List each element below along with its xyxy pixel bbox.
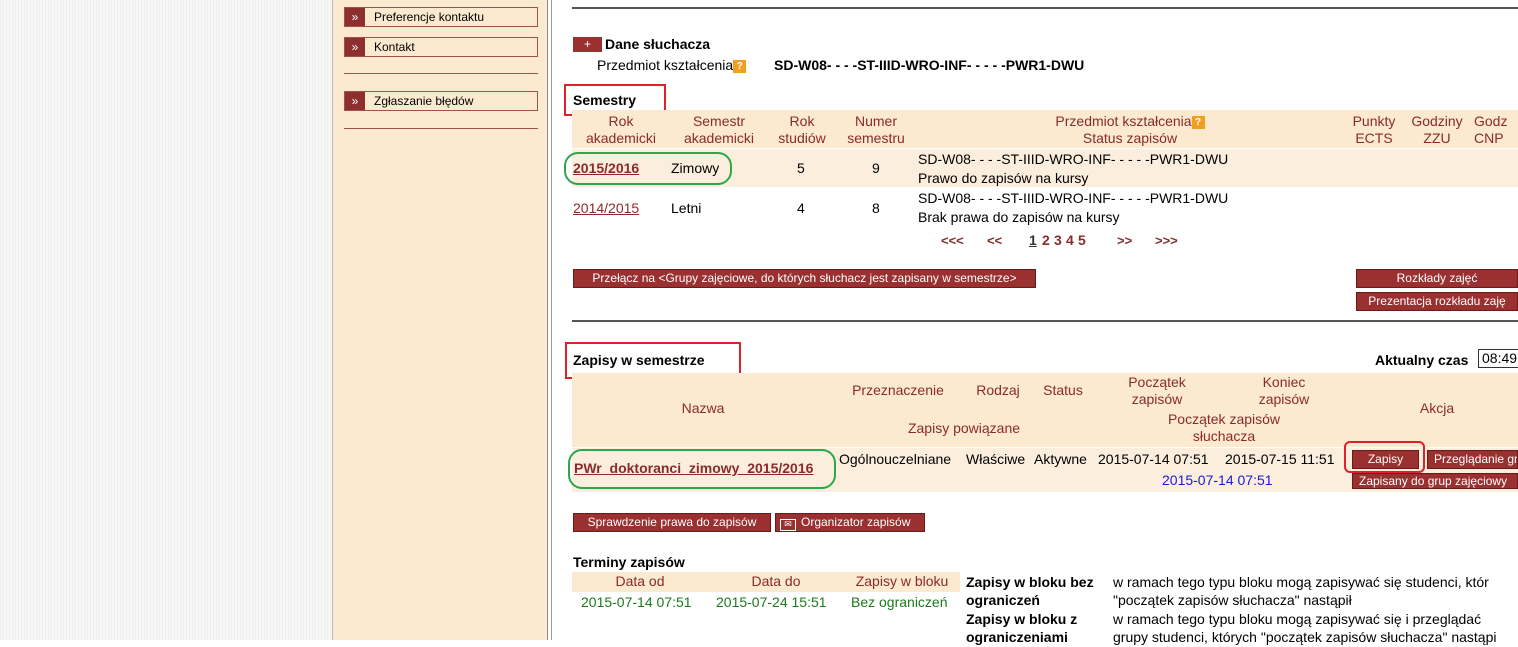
header-zapisy-powiazane: Zapisy powiązane	[907, 420, 1021, 436]
semestry-title: Semestry	[573, 92, 637, 108]
double-chevron-right-icon: »	[345, 92, 365, 110]
menu-item-label: Kontakt	[374, 40, 415, 54]
header-godziny-zzu: Godziny ZZU	[1411, 113, 1463, 146]
przedmiot-value: SD-W08- - - -ST-IIID-WRO-INF- - - - -PWR…	[918, 151, 1229, 167]
przedmiot-value: SD-W08- - - -ST-IIID-WRO-INF- - - - -PWR…	[918, 190, 1229, 206]
przeznaczenie-value: Ogólnouczelniane	[839, 451, 952, 467]
zapisy-name-link[interactable]: PWr_doktoranci_zimowy_2015/2016	[574, 459, 813, 478]
schedule-button[interactable]: Rozkłady zajęć	[1356, 269, 1518, 288]
presentation-button[interactable]: Prezentacja rozkładu zaję	[1356, 292, 1518, 311]
zapisany-button[interactable]: Zapisany do grup zajęciowy	[1352, 473, 1518, 489]
header-nazwa: Nazwa	[681, 400, 725, 416]
zapisy-w-bloku-value: Bez ograniczeń	[851, 594, 948, 610]
pagination-last[interactable]: >>>	[1155, 233, 1178, 248]
header-punkty-ects: Punkty ECTS	[1352, 113, 1396, 146]
koniec-value: 2015-07-15 11:51	[1225, 451, 1335, 467]
pagination-first[interactable]: <<<	[941, 233, 964, 248]
header-koniec: Koniec zapisów	[1258, 374, 1310, 407]
header-data-do: Data do	[751, 573, 801, 589]
header-poczatek-sluchacza: Początek zapisów słuchacza	[1167, 411, 1281, 444]
header-numer-semestru: Numer semestru	[847, 113, 905, 146]
przedmiot-label-text: Przedmiot kształcenia	[597, 57, 734, 73]
header-data-od: Data od	[615, 573, 665, 589]
header-rok-studiow: Rok studiów	[778, 113, 826, 146]
section-divider	[572, 320, 1518, 322]
menu-item-kontakt[interactable]: » Kontakt	[344, 37, 538, 57]
terminy-title: Terminy zapisów	[573, 554, 685, 570]
header-status-zapisow: Status zapisów	[1082, 130, 1178, 146]
rodzaj-value: Właściwe	[966, 451, 1026, 467]
switch-view-button[interactable]: Przełącz na <Grupy zajęciowe, do których…	[573, 269, 1036, 288]
pagination-page-2[interactable]: 2	[1042, 232, 1050, 248]
numer-semestru-value: 9	[872, 160, 880, 176]
sprawdzenie-button[interactable]: Sprawdzenie prawa do zapisów	[573, 513, 771, 532]
left-blank-pane	[0, 0, 333, 640]
envelope-icon: ✉	[780, 519, 796, 531]
przedmiot-label: Przedmiot kształcenia?	[597, 57, 747, 73]
poczatek-value: 2015-07-14 07:51	[1098, 451, 1209, 467]
help-icon[interactable]: ?	[1191, 116, 1205, 129]
rok-studiow-value: 4	[797, 200, 805, 216]
organizator-button[interactable]: ✉ Organizator zapisów	[775, 513, 925, 532]
header-przedmiot: Przedmiot kształcenia? Status zapisów	[960, 113, 1300, 147]
semestr-value: Letni	[671, 200, 702, 216]
legend-term: ograniczeniami	[966, 629, 1068, 645]
column-divider	[548, 0, 552, 640]
current-time-field: 08:49	[1478, 349, 1518, 368]
pagination-page-4[interactable]: 4	[1066, 232, 1074, 248]
header-przedmiot-text: Przedmiot kształcenia	[1055, 113, 1192, 129]
pagination-prev[interactable]: <<	[987, 233, 1002, 248]
status-value: Aktywne	[1034, 451, 1087, 467]
legend-description: "początek zapisów słuchacza" nastąpił	[1113, 592, 1352, 608]
rok-akademicki-link[interactable]: 2014/2015	[573, 199, 639, 218]
menu-divider	[344, 73, 538, 74]
help-icon[interactable]: ?	[733, 60, 747, 73]
status-value: Brak prawa do zapisów na kursy	[918, 209, 1120, 225]
student-data-title: Dane słuchacza	[605, 36, 711, 52]
zapisy-button[interactable]: Zapisy	[1352, 450, 1419, 469]
header-poczatek: Początek zapisów	[1128, 374, 1186, 407]
menu-item-label: Preferencje kontaktu	[374, 10, 485, 24]
poczatek-sluchacza-value: 2015-07-14 07:51	[1162, 472, 1273, 488]
double-chevron-right-icon: »	[345, 38, 365, 56]
header-godziny-cnps: Godz CNP	[1474, 113, 1508, 146]
pagination-next[interactable]: >>	[1117, 233, 1132, 248]
zapisy-title: Zapisy w semestrze	[573, 352, 705, 368]
pagination-current: 1	[1029, 232, 1037, 248]
pagination-page-3[interactable]: 3	[1054, 232, 1062, 248]
menu-item-label: Zgłaszanie błędów	[374, 94, 474, 108]
numer-semestru-value: 8	[872, 200, 880, 216]
header-akcja: Akcja	[1419, 400, 1455, 416]
legend-term: ograniczeń	[966, 592, 1040, 608]
menu-item-zglaszanie-bledow[interactable]: » Zgłaszanie błędów	[344, 91, 538, 111]
side-menu: » Preferencje kontaktu » Kontakt » Zgłas…	[333, 0, 549, 640]
pagination-page-5[interactable]: 5	[1078, 232, 1086, 248]
semestr-value: Zimowy	[671, 160, 720, 176]
legend-description: grupy studenci, których "początek zapisó…	[1113, 629, 1497, 645]
header-zapisy-w-bloku: Zapisy w bloku	[855, 573, 949, 589]
header-semestr-akademicki: Semestr akademicki	[683, 113, 755, 146]
legend-description: w ramach tego typu bloku mogą zapisywać …	[1113, 574, 1489, 590]
double-chevron-right-icon: »	[345, 8, 365, 26]
rok-studiow-value: 5	[797, 160, 805, 176]
data-do-value: 2015-07-24 15:51	[716, 594, 827, 610]
przedmiot-value: SD-W08- - - -ST-IIID-WRO-INF- - - - -PWR…	[774, 57, 1085, 73]
menu-item-preferencje-kontaktu[interactable]: » Preferencje kontaktu	[344, 7, 538, 27]
expand-toggle-button[interactable]: +	[573, 37, 602, 52]
header-rok-akademicki: Rok akademicki	[585, 113, 657, 146]
menu-divider	[344, 128, 538, 129]
rok-akademicki-link[interactable]: 2015/2016	[573, 159, 639, 178]
legend-description: w ramach tego typu bloku mogą zapisywać …	[1113, 611, 1482, 627]
current-time-label: Aktualny czas	[1375, 352, 1469, 368]
header-status: Status	[1043, 382, 1083, 398]
przegladanie-button[interactable]: Przeglądanie gr	[1427, 450, 1518, 469]
section-divider	[572, 7, 1518, 9]
legend-term: Zapisy w bloku z	[966, 611, 1078, 627]
status-value: Prawo do zapisów na kursy	[918, 170, 1089, 186]
organizator-label: Organizator zapisów	[801, 515, 911, 529]
header-przeznaczenie: Przeznaczenie	[852, 382, 944, 398]
data-od-value: 2015-07-14 07:51	[581, 594, 692, 610]
legend-term: Zapisy w bloku bez	[966, 574, 1094, 590]
header-rodzaj: Rodzaj	[976, 382, 1020, 398]
